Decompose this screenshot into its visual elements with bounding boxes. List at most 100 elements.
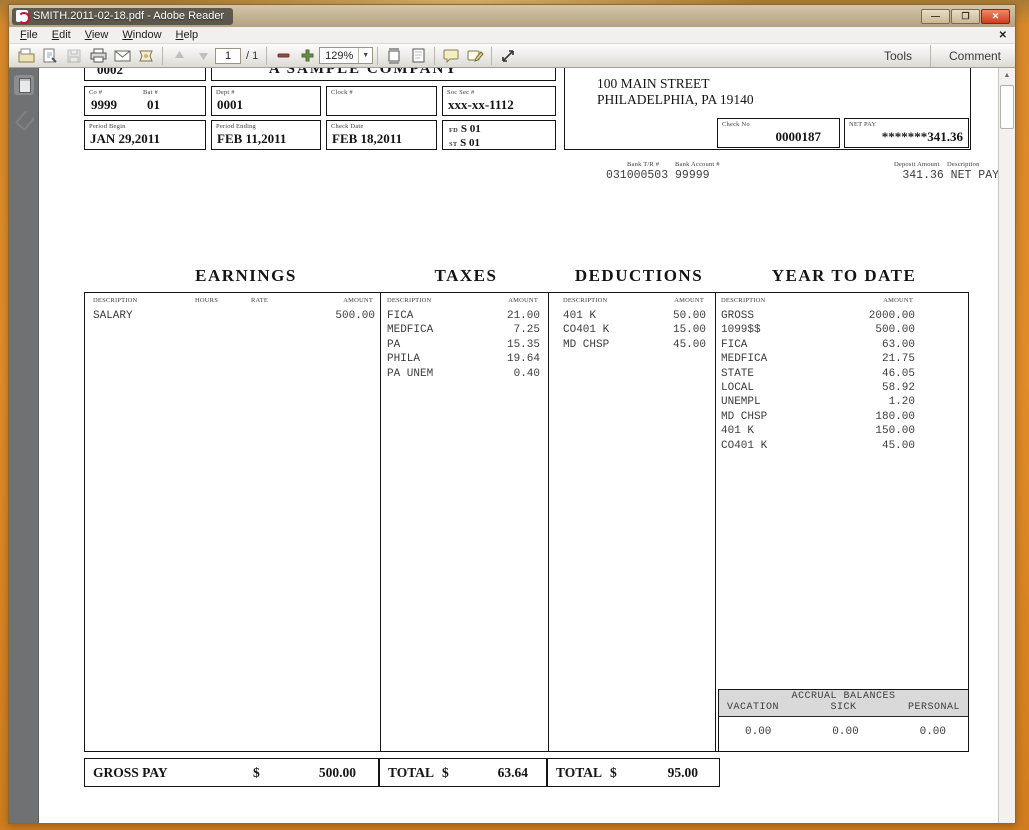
table-row: MD CHSP180.00 (721, 410, 915, 424)
menu-window[interactable]: Window (115, 28, 168, 43)
taxes-total-currency: $ (442, 765, 449, 781)
period-begin-label: Period Begin (89, 123, 126, 130)
accrual-balances-box: ACCRUAL BALANCES VACATION SICK PERSONAL … (718, 689, 968, 751)
table-row: PA UNEM0.40 (387, 367, 540, 381)
clock-label: Clock # (331, 89, 353, 96)
page-count-label: / 1 (246, 50, 258, 62)
save-copy-icon[interactable] (38, 46, 62, 66)
table-row: MEDFICA7.25 (387, 323, 540, 337)
next-page-icon[interactable] (191, 46, 215, 66)
dept-box: Dept # 0001 (211, 86, 321, 116)
previous-page-icon[interactable] (167, 46, 191, 66)
paystub-table: DESCRIPTION HOURS RATE AMOUNT DESCRIPTIO… (84, 292, 969, 752)
title-chip: SMITH.2011-02-18.pdf - Adobe Reader (12, 8, 233, 25)
page-number-input[interactable]: 1 (215, 48, 241, 64)
dept-label: Dept # (216, 89, 235, 96)
single-page-view-icon[interactable] (406, 46, 430, 66)
menubar-close-icon[interactable]: ✕ (999, 30, 1015, 41)
table-row: MD CHSP45.00 (563, 338, 706, 352)
attachments-icon[interactable] (14, 109, 34, 129)
gross-pay-label: GROSS PAY (93, 765, 168, 781)
net-pay-label: NET PAY (849, 121, 876, 128)
ytd-h-amount: AMOUNT (883, 297, 913, 304)
accrual-personal-value: 0.00 (920, 726, 946, 738)
table-row: CO401 K15.00 (563, 323, 706, 337)
scrollbar-up-icon[interactable]: ▲ (999, 68, 1015, 84)
table-row: FICA63.00 (721, 338, 915, 352)
print-icon[interactable] (86, 46, 110, 66)
zoom-out-icon[interactable] (271, 46, 295, 66)
scrolling-mode-icon[interactable] (382, 46, 406, 66)
dept-value: 0001 (217, 97, 243, 113)
menu-edit[interactable]: Edit (45, 28, 78, 43)
open-icon[interactable] (14, 46, 38, 66)
accrual-sick-value: 0.00 (832, 726, 858, 738)
title-bar[interactable]: SMITH.2011-02-18.pdf - Adobe Reader — ❐ … (9, 5, 1015, 27)
co-value: 9999 (91, 97, 117, 113)
comment-bubble-icon[interactable] (439, 46, 463, 66)
highlight-note-icon[interactable] (463, 46, 487, 66)
address-line2: PHILADELPHIA, PA 19140 (597, 92, 754, 108)
company-name: A SAMPLE COMPANY (212, 68, 515, 78)
check-date-label: Check Date (331, 123, 364, 130)
bat-label: Bat # (143, 89, 158, 96)
batch-number: 0002 (97, 68, 123, 78)
earnings-h-desc: DESCRIPTION (93, 297, 137, 304)
earnings-h-rate: RATE (251, 297, 268, 304)
accrual-col-vacation: VACATION (727, 702, 779, 713)
tools-button[interactable]: Tools (870, 49, 926, 63)
period-ending-label: Period Ending (216, 123, 256, 130)
menu-help[interactable]: Help (169, 28, 206, 43)
fed-status-prefix: FD (449, 127, 458, 134)
accrual-title: ACCRUAL BALANCES (719, 690, 968, 702)
table-row: SALARY500.00 (93, 309, 375, 323)
vertical-scrollbar[interactable]: ▲ (998, 68, 1015, 823)
description-label: Description (947, 161, 980, 168)
check-number-box: Check No 0000187 (717, 118, 840, 148)
menu-view[interactable]: View (78, 28, 116, 43)
filing-status-box: FD S 01 ST S 01 (442, 120, 556, 150)
share-icon[interactable] (134, 46, 158, 66)
deductions-title: DEDUCTIONS (539, 266, 739, 286)
send-fill-sign-icon[interactable] (496, 46, 520, 66)
check-no-label: Check No (722, 121, 750, 128)
table-row: LOCAL58.92 (721, 381, 915, 395)
bank-tr-label: Bank T/R # (627, 161, 659, 168)
gross-pay-currency: $ (253, 765, 260, 781)
minimize-button[interactable]: — (921, 9, 950, 24)
earnings-title: EARNINGS (146, 266, 346, 286)
net-pay-box: NET PAY *******341.36 (844, 118, 969, 148)
chevron-down-icon[interactable]: ▼ (358, 48, 372, 63)
ytd-title: YEAR TO DATE (744, 266, 944, 286)
table-row: MEDFICA21.75 (721, 352, 915, 366)
close-button[interactable]: ✕ (981, 9, 1010, 24)
ssn-value: xxx-xx-1112 (448, 97, 514, 113)
maximize-button[interactable]: ❐ (951, 9, 980, 24)
toolbar: 1 / 1 129% ▼ (9, 44, 1015, 68)
pdf-document[interactable]: 0002 A SAMPLE COMPANY Co # Bat # 9999 01… (39, 68, 998, 823)
table-row: PA15.35 (387, 338, 540, 352)
email-icon[interactable] (110, 46, 134, 66)
table-row: 401 K150.00 (721, 424, 915, 438)
save-icon[interactable] (62, 46, 86, 66)
clock-box: Clock # (326, 86, 437, 116)
ssn-box: Soc Sec # xxx-xx-1112 (442, 86, 556, 116)
state-status-value: S 01 (460, 137, 480, 149)
zoom-in-icon[interactable] (295, 46, 319, 66)
check-no-value: 0000187 (776, 129, 822, 145)
table-row: 401 K50.00 (563, 309, 706, 323)
taxes-title: TAXES (366, 266, 566, 286)
adobe-reader-app-icon (16, 10, 28, 22)
zoom-level-value: 129% (320, 50, 358, 62)
comment-button[interactable]: Comment (935, 49, 1015, 63)
taxes-total-label: TOTAL (388, 765, 434, 781)
fed-status-value: S 01 (461, 123, 481, 135)
scrollbar-thumb[interactable] (1000, 85, 1014, 129)
desktop-background: SMITH.2011-02-18.pdf - Adobe Reader — ❐ … (0, 0, 1029, 830)
deposit-values: 341.36 NET PAY (866, 169, 998, 182)
page-thumbnails-icon[interactable] (14, 75, 34, 95)
menu-bar: File Edit View Window Help ✕ (9, 27, 1015, 44)
table-row: GROSS2000.00 (721, 309, 915, 323)
menu-file[interactable]: File (13, 28, 45, 43)
zoom-level-select[interactable]: 129% ▼ (319, 47, 373, 64)
